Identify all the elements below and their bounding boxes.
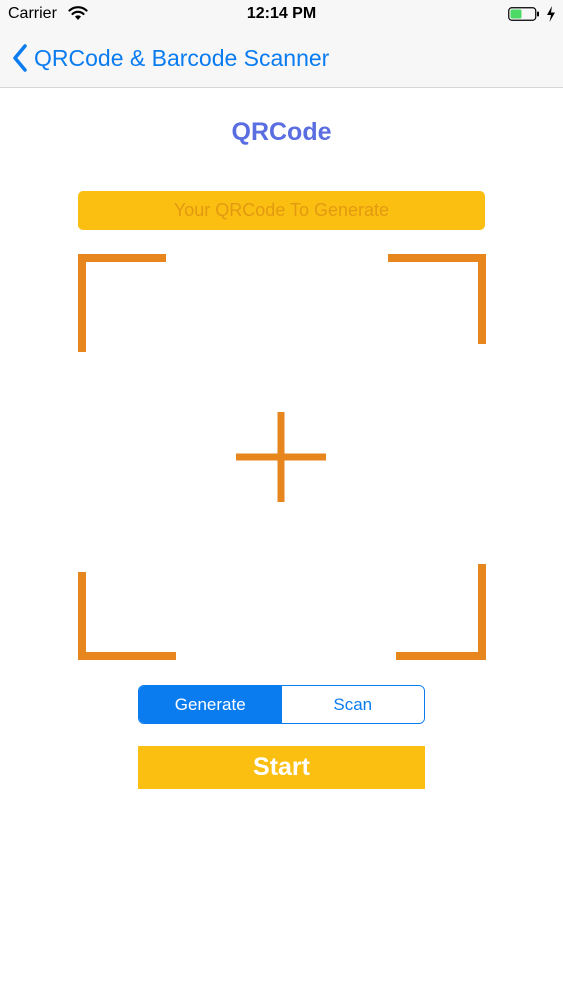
- back-button[interactable]: QRCode & Barcode Scanner: [12, 40, 329, 76]
- frame-corner-bottom-left: [78, 572, 176, 660]
- frame-corner-top-right: [388, 254, 486, 344]
- chevron-left-icon: [13, 44, 27, 72]
- page-title: QRCode: [231, 118, 332, 146]
- qrcode-text-input[interactable]: [78, 191, 485, 230]
- app-screen: Carrier 12:14 PM QRCode & Barcode Scanne…: [0, 0, 563, 1000]
- segment-scan[interactable]: Scan: [281, 686, 424, 723]
- navigation-bar: QRCode & Barcode Scanner: [0, 30, 563, 88]
- scanner-frame: [78, 254, 486, 660]
- frame-corner-top-left: [78, 254, 166, 352]
- mode-segmented-control: Generate Scan: [138, 685, 425, 724]
- crosshair-icon: [236, 412, 326, 502]
- segment-generate[interactable]: Generate: [139, 686, 282, 723]
- status-time: 12:14 PM: [246, 5, 317, 22]
- frame-corner-bottom-right: [396, 564, 486, 660]
- start-button[interactable]: Start: [138, 746, 425, 789]
- back-button-label: QRCode & Barcode Scanner: [34, 44, 330, 71]
- charging-bolt-icon: [547, 6, 555, 22]
- status-bar: Carrier 12:14 PM: [0, 0, 563, 30]
- battery-icon: [508, 7, 539, 21]
